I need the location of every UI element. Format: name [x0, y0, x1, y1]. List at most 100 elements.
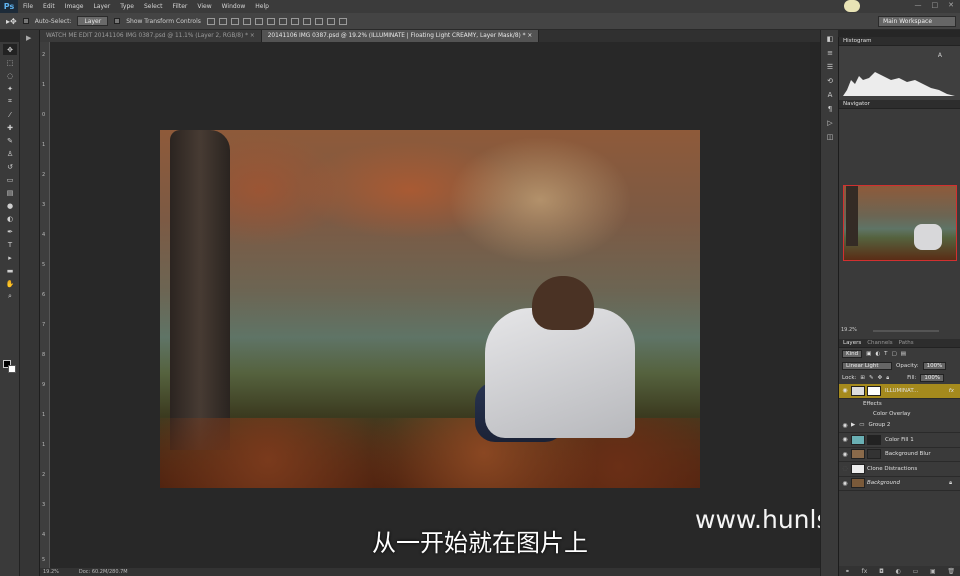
menu-select[interactable]: Select [139, 3, 168, 10]
crop-tool-icon[interactable]: ⌗ [3, 96, 17, 107]
history-panel-icon[interactable]: ⟲ [825, 77, 835, 86]
eyedropper-icon[interactable]: ⁄ [3, 109, 17, 120]
layer-mask-thumbnail[interactable] [867, 385, 881, 396]
close-icon[interactable]: ✕ [948, 1, 954, 9]
visibility-eye-icon[interactable]: ◉ [839, 422, 851, 429]
fx-icon[interactable]: fx [949, 388, 954, 394]
align-bottom-icon[interactable] [230, 17, 239, 25]
menu-filter[interactable]: Filter [168, 3, 193, 10]
menu-image[interactable]: Image [60, 3, 89, 10]
distribute-bottom-icon[interactable] [302, 17, 311, 25]
visibility-eye-icon[interactable]: ◉ [839, 387, 851, 394]
lasso-tool-icon[interactable]: ◌ [3, 70, 17, 81]
lock-all-icon[interactable]: 🔒︎ [886, 375, 889, 382]
filter-kind-dropdown[interactable]: Kind [842, 350, 863, 358]
add-style-icon[interactable]: fx [862, 568, 868, 575]
tab-paths[interactable]: Paths [899, 340, 914, 346]
lock-position-icon[interactable]: ✥ [878, 375, 883, 381]
marquee-tool-icon[interactable]: ⬚ [3, 57, 17, 68]
layer-row[interactable]: ◌ Clone Distractions [839, 462, 960, 477]
type-tool-icon[interactable]: T [3, 239, 17, 250]
zoom-tool-icon[interactable]: ⌕ [3, 291, 17, 302]
visibility-eye-icon[interactable]: ◉ [839, 480, 851, 487]
align-top-icon[interactable] [206, 17, 215, 25]
align-right-icon[interactable] [266, 17, 275, 25]
layer-row[interactable]: ◉ Background Blur [839, 448, 960, 462]
layer-row[interactable]: ◉ ▶ ▭ Group 2 [839, 419, 960, 433]
eraser-icon[interactable]: ▭ [3, 174, 17, 185]
tab-channels[interactable]: Channels [867, 340, 892, 346]
distribute-right-icon[interactable] [338, 17, 347, 25]
show-transform-checkbox[interactable] [114, 18, 121, 24]
align-left-icon[interactable] [242, 17, 251, 25]
opacity-input[interactable]: 100% [922, 362, 947, 370]
menu-layer[interactable]: Layer [88, 3, 115, 10]
filter-type-icon[interactable]: T [884, 351, 887, 357]
properties-panel-icon[interactable]: ☰ [825, 63, 835, 72]
navigator-title[interactable]: Navigator [843, 101, 870, 107]
distribute-left-icon[interactable] [314, 17, 323, 25]
filter-adjustment-icon[interactable]: ◐ [875, 351, 880, 357]
align-middle-icon[interactable] [218, 17, 227, 25]
menu-file[interactable]: File [18, 3, 38, 10]
paragraph-panel-icon[interactable]: ¶ [825, 105, 835, 114]
visibility-eye-icon[interactable]: ◉ [839, 436, 851, 443]
filter-smart-icon[interactable]: ▤ [901, 351, 906, 357]
navigator-thumbnail[interactable] [843, 185, 957, 261]
navigator-zoom-slider[interactable] [873, 330, 939, 332]
magic-wand-icon[interactable]: ✦ [3, 83, 17, 94]
align-center-icon[interactable] [254, 17, 263, 25]
clone-stamp-icon[interactable]: ♙ [3, 148, 17, 159]
user-avatar[interactable] [844, 0, 860, 12]
add-mask-icon[interactable]: ◘ [879, 568, 884, 575]
menu-window[interactable]: Window [217, 3, 251, 10]
document-canvas[interactable] [50, 42, 810, 568]
workspace-dropdown[interactable]: Main Workspace [878, 16, 956, 27]
photo-boy-autumn[interactable] [160, 130, 700, 488]
collapse-arrow-icon[interactable]: ▶ [20, 30, 39, 46]
brush-tool-icon[interactable]: ✎ [3, 135, 17, 146]
navigator-zoom-value[interactable]: 19.2% [841, 327, 857, 333]
filter-pixel-icon[interactable]: ▣ [866, 351, 871, 357]
histogram-title[interactable]: Histogram [843, 38, 872, 44]
background-color-swatch[interactable] [8, 365, 16, 373]
actions-panel-icon[interactable]: ▷ [825, 119, 835, 128]
layer-row[interactable]: ◉ Background 🔒︎ [839, 477, 960, 491]
group-expand-icon[interactable]: ▶ [851, 422, 855, 428]
blend-mode-dropdown[interactable]: Linear Light [842, 362, 892, 370]
auto-select-checkbox[interactable] [22, 18, 29, 24]
new-group-icon[interactable]: ▭ [913, 568, 919, 575]
healing-brush-icon[interactable]: ✚ [3, 122, 17, 133]
gradient-tool-icon[interactable]: ▤ [3, 187, 17, 198]
filter-shape-icon[interactable]: ▢ [892, 351, 897, 357]
hand-tool-icon[interactable]: ✋ [3, 278, 17, 289]
layer-row[interactable]: ◉ ILLUMINAT... fx [839, 384, 960, 399]
menu-help[interactable]: Help [250, 3, 274, 10]
menu-edit[interactable]: Edit [38, 3, 60, 10]
lock-pixels-icon[interactable]: ✎ [869, 375, 874, 381]
move-tool-icon[interactable]: ▸✥ [6, 17, 17, 26]
distribute-center-icon[interactable] [326, 17, 335, 25]
distribute-middle-icon[interactable] [290, 17, 299, 25]
menu-type[interactable]: Type [115, 3, 139, 10]
new-layer-icon[interactable]: ▣ [930, 568, 936, 575]
status-zoom[interactable]: 19.2% [43, 569, 59, 575]
color-panel-icon[interactable]: ◧ [825, 35, 835, 44]
path-selection-icon[interactable]: ▸ [3, 252, 17, 263]
layer-mask-thumbnail[interactable] [867, 449, 881, 460]
tab-img-0387[interactable]: 20141106 IMG 0387.psd @ 19.2% (ILLUMINAT… [261, 30, 540, 42]
blur-tool-icon[interactable]: ● [3, 200, 17, 211]
color-overlay-effect-row[interactable]: Color Overlay [839, 409, 960, 419]
layer-row[interactable]: ◉ Color Fill 1 [839, 433, 960, 448]
lock-transparent-icon[interactable]: ⊞ [860, 375, 865, 381]
shape-tool-icon[interactable]: ▬ [3, 265, 17, 276]
dodge-tool-icon[interactable]: ◐ [3, 213, 17, 224]
adjustments-panel-icon[interactable]: ≡ [825, 49, 835, 58]
trash-icon[interactable]: 🗑︎ [947, 568, 955, 575]
visibility-eye-icon[interactable]: ◌ [839, 465, 851, 472]
layer-mask-thumbnail[interactable] [867, 434, 881, 445]
fill-input[interactable]: 100% [920, 374, 945, 382]
new-adjustment-icon[interactable]: ◐ [896, 568, 901, 575]
tab-layers[interactable]: Layers [843, 340, 861, 346]
link-layers-icon[interactable]: ⚭ [845, 568, 850, 575]
